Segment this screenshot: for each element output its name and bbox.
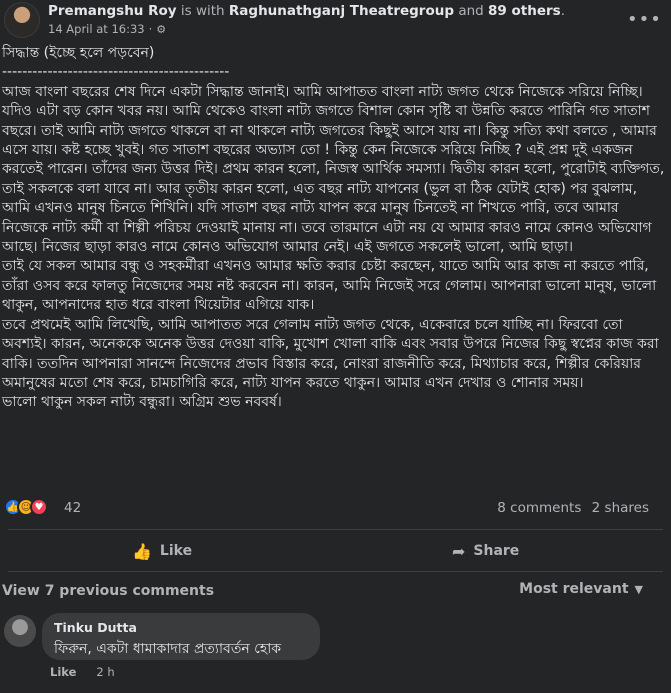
post-paragraph: আজ বাংলা বছরের শেষ দিনে একটা সিদ্ধান্ত জ… [2,83,665,256]
share-arrow-icon: ➦ [452,541,466,561]
post-paragraph: তবে প্রথমেই আমি লিখেছি, আমি আপাতত সরে গে… [2,316,659,391]
meta-dot: · [148,22,153,36]
post-paragraph: তাই যে সকল আমার বন্ধু ও সহকর্মীরা এখনও আ… [2,258,657,314]
post-header: Premangshu Roy is with Raghunathganj The… [0,0,671,42]
reaction-icons[interactable]: 👍 ☺ ♥ [4,498,48,516]
divider [8,571,663,572]
thumbs-up-icon: 👍 [132,541,152,561]
post-actions: 👍 Like ➦ Share [0,535,671,567]
divider [8,529,663,530]
comment-like-button[interactable]: Like [50,665,76,679]
reaction-count[interactable]: 42 [64,500,81,516]
header-period: . [560,3,566,19]
post-header-line: Premangshu Roy is with Raghunathganj The… [48,3,565,19]
commenter-avatar[interactable] [4,615,36,647]
post-body: সিদ্ধান্ত (ইচ্ছে হলে পড়বেন) -----------… [2,44,666,413]
share-button[interactable]: ➦ Share [452,535,519,567]
post-title-line: সিদ্ধান্ত (ইচ্ছে হলে পড়বেন) [2,45,155,61]
gear-icon: ⚙ [156,22,167,36]
like-button[interactable]: 👍 Like [132,535,192,567]
comment-text: ফিরুন, একটা ধামাকাদার প্রত্যাবর্তন হোক [54,641,282,657]
post-paragraph: ভালো থাকুন সকল নাট্য বন্ধুরা। অগ্রিম শুভ… [2,394,282,411]
post-separator-line: ----------------------------------------… [2,64,230,81]
view-previous-comments-link[interactable]: View 7 previous comments [2,583,214,599]
chevron-down-icon: ▼ [634,582,643,596]
commenter-name[interactable]: Tinku Dutta [54,620,308,635]
and-text: and [458,3,484,19]
with-text: is with [180,3,225,19]
comment-age[interactable]: 2 h [96,665,114,679]
shares-count[interactable]: 2 shares [592,500,649,516]
post-meta: 14 April at 16:33 · ⚙ [48,22,166,36]
engagement-counts: 8 comments 2 shares [497,500,649,516]
comment-sort-dropdown[interactable]: Most relevant ▼ [519,581,643,597]
comments-count[interactable]: 8 comments [497,500,581,516]
author-avatar[interactable] [4,2,40,38]
sort-label: Most relevant [519,581,629,597]
like-label: Like [159,543,193,559]
reactions-bar: 👍 ☺ ♥ 42 8 comments 2 shares [0,498,671,520]
group-name[interactable]: Raghunathganj Theatregroup [229,3,454,19]
share-label: Share [473,543,520,559]
post-timestamp[interactable]: 14 April at 16:33 [48,22,145,36]
others-link[interactable]: 89 others [488,3,561,19]
more-options-icon[interactable]: ••• [627,8,661,36]
comment-actions: Like 2 h [50,665,115,679]
comment-bubble: Tinku Dutta ফিরুন, একটা ধামাকাদার প্রত্য… [42,613,320,660]
love-icon: ♥ [30,498,48,516]
author-name[interactable]: Premangshu Roy [48,3,177,19]
post-card: Premangshu Roy is with Raghunathganj The… [0,0,671,693]
